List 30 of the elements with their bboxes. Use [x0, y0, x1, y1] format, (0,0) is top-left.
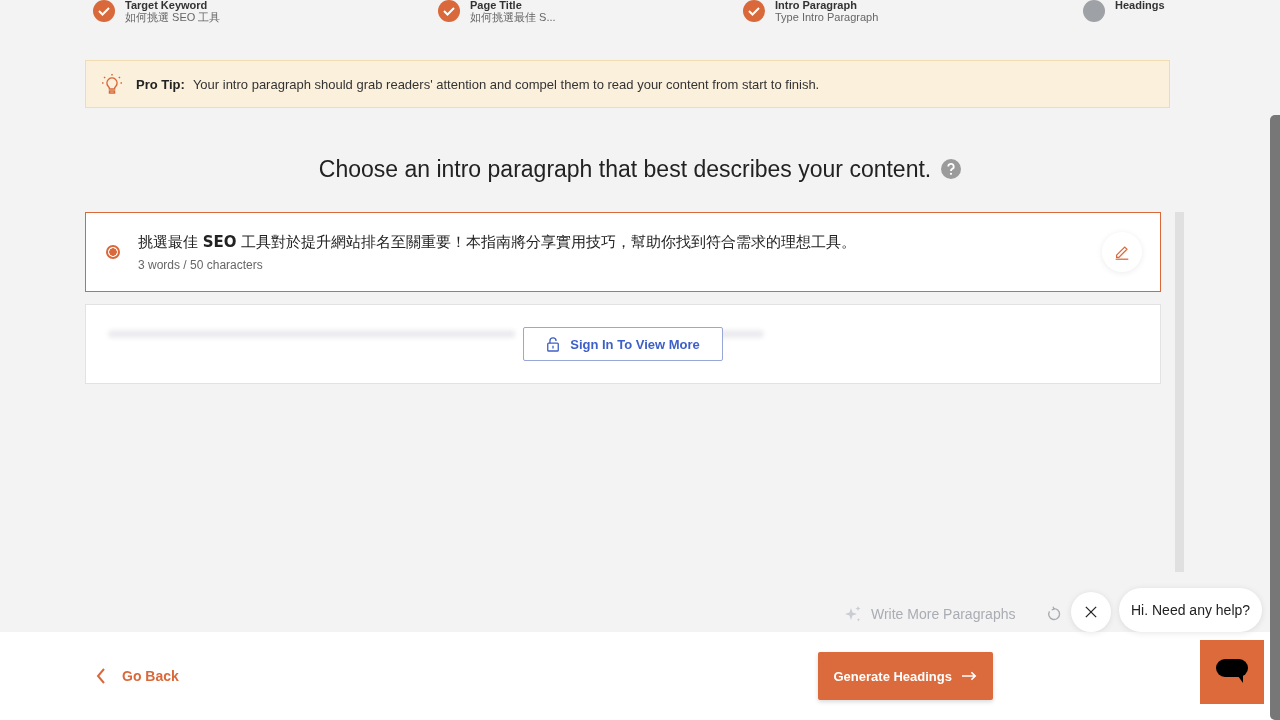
step-title: Target Keyword — [125, 0, 208, 11]
generate-headings-button[interactable]: Generate Headings — [817, 652, 993, 700]
step-subtitle: 如何挑選 SEO 工具 — [125, 11, 221, 24]
radio-button[interactable] — [106, 245, 120, 259]
word-count: 3 words / 50 characters — [138, 257, 264, 272]
section-heading: Choose an intro paragraph that best describes your content. — [318, 155, 932, 183]
page-scrollbar[interactable] — [1270, 115, 1280, 720]
lightbulb-icon — [100, 72, 124, 96]
chat-button[interactable] — [1200, 640, 1264, 704]
paragraph-text: 挑選最佳 SEO 工具對於提升網站排名至關重要！本指南將分享實用技巧，幫助你找到符合需求的理想工具。 — [138, 232, 858, 252]
paragraph-option[interactable]: 挑選最佳 SEO 工具對於提升網站排名至關重要！本指南將分享實用技巧，幫助你找到符合需求的理想工具。 3 words / 50 characters — [85, 212, 1161, 292]
step-title: Intro Paragraph — [775, 0, 858, 11]
help-icon[interactable] — [941, 159, 962, 179]
lock-icon — [546, 336, 561, 352]
arrow-right-icon — [962, 671, 977, 681]
chat-message[interactable]: Hi. Need any help? — [1119, 588, 1263, 632]
tip-text: Your intro paragraph should grab readers' attention and compel them to read your content from start to finish. — [192, 76, 820, 92]
tip-label: Pro Tip: — [136, 76, 185, 92]
step-title: Page Title — [470, 0, 522, 11]
step-subtitle: Type Intro Paragraph — [775, 11, 879, 24]
chat-bubble-icon — [1216, 659, 1248, 685]
close-button[interactable] — [1071, 592, 1111, 632]
sign-in-button[interactable]: Sign In To View More — [523, 327, 723, 361]
step-title: Headings — [1115, 0, 1165, 11]
edit-button[interactable] — [1102, 232, 1142, 272]
pencil-icon — [1113, 243, 1131, 261]
go-back-button[interactable]: Go Back — [90, 667, 185, 685]
step-subtitle: 如何挑選最佳 S... — [470, 11, 556, 24]
close-icon — [1085, 606, 1097, 618]
chevron-left-icon — [96, 668, 106, 684]
